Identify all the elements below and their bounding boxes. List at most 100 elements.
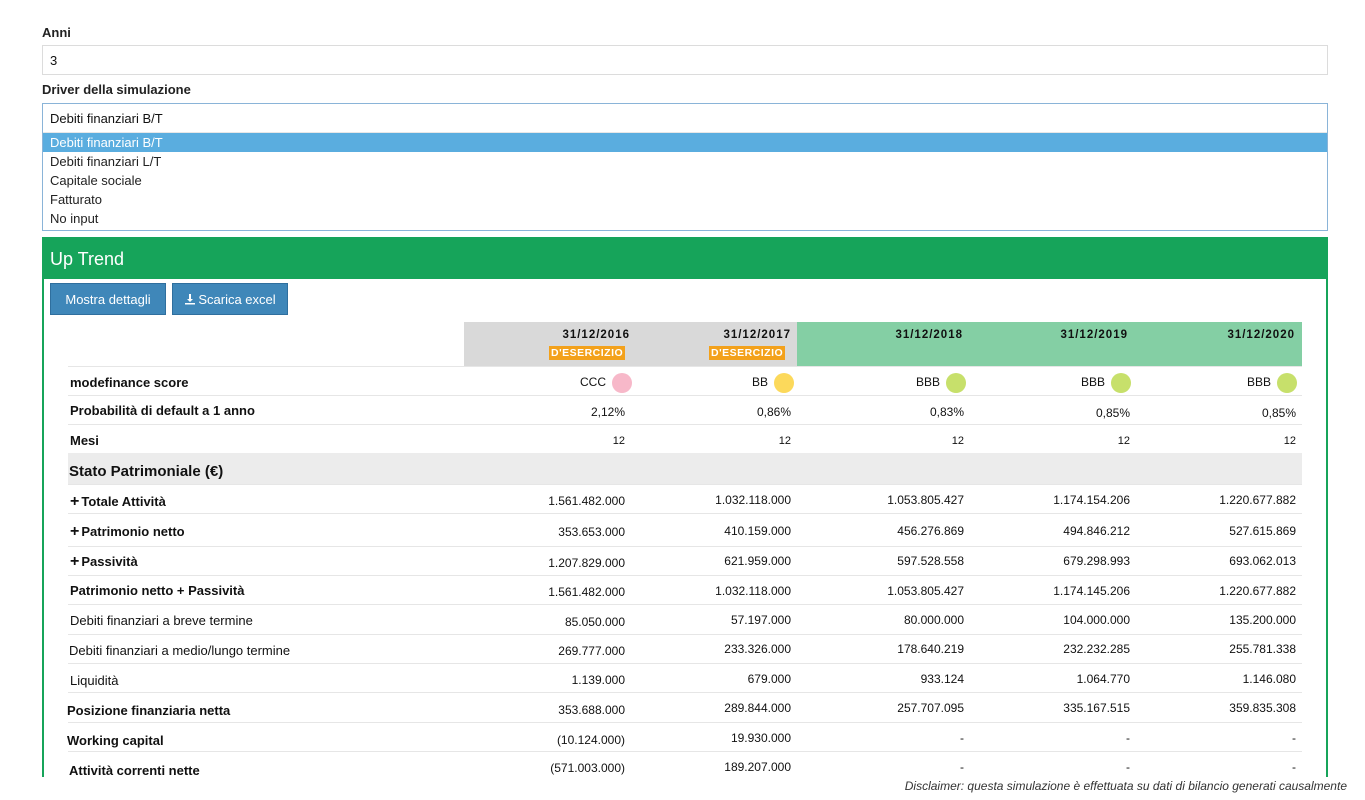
table-cell: 0,83% (929, 405, 964, 419)
score-cell: BBB (806, 373, 966, 393)
driver-option[interactable]: Capitale sociale (43, 171, 1327, 190)
table-cell: - (1126, 760, 1130, 774)
row-divider (68, 604, 1302, 605)
table-cell: 1.561.482.000 (548, 494, 625, 508)
table-cell: 19.930.000 (730, 731, 791, 745)
table-cell: 135.200.000 (1229, 613, 1296, 627)
table-cell: 353.688.000 (558, 703, 625, 717)
table-cell: 12 (951, 435, 964, 447)
score-cell: BB (634, 373, 794, 393)
driver-option[interactable]: Debiti finanziari L/T (43, 152, 1327, 171)
driver-label: Driver della simulazione (42, 82, 191, 97)
row-label-attivita-correnti: Attività correnti nette (69, 763, 200, 777)
table-cell: 1.174.154.206 (1053, 493, 1130, 507)
table-cell: 679.000 (747, 672, 791, 686)
table-cell: 359.835.308 (1229, 701, 1296, 715)
anni-label: Anni (42, 25, 71, 40)
table-cell: 233.326.000 (724, 642, 791, 656)
score-value: BBB (1246, 375, 1271, 390)
expand-plus-icon[interactable]: + (70, 523, 79, 540)
anni-input[interactable]: 3 (42, 45, 1328, 75)
scarica-excel-button[interactable]: Scarica excel (172, 283, 288, 315)
table-cell: 494.846.212 (1063, 524, 1130, 538)
esercizio-badge: D'ESERCIZIO (549, 346, 626, 360)
section-header-bg (68, 453, 1302, 484)
row-label-patrimonio-netto[interactable]: + Patrimonio netto (70, 523, 185, 541)
row-label-text: Patrimonio netto (81, 524, 185, 539)
table-cell: 0,85% (1095, 406, 1130, 420)
table-cell: 80.000.000 (903, 613, 964, 627)
esercizio-badge: D'ESERCIZIO (709, 346, 786, 360)
column-date: 31/12/2018 (895, 329, 963, 341)
table-cell: 289.844.000 (724, 701, 791, 715)
score-cell: BBB (1137, 373, 1297, 393)
table-cell: 0,86% (756, 405, 791, 419)
row-divider (68, 663, 1302, 664)
row-label-liquidita: Liquidità (70, 673, 119, 688)
driver-option[interactable]: Fatturato (43, 190, 1327, 209)
table-cell: 178.640.219 (897, 642, 964, 656)
score-value: BB (751, 375, 768, 390)
table-cell: 1.220.677.882 (1219, 584, 1296, 598)
row-label-debiti-breve: Debiti finanziari a breve termine (70, 613, 253, 628)
table-cell: - (1292, 731, 1296, 745)
table-cell: 679.298.993 (1063, 554, 1130, 568)
table-cell: 269.777.000 (558, 644, 625, 658)
score-dot-icon (1277, 373, 1297, 393)
row-label-text: Totale Attività (81, 494, 166, 509)
disclaimer-text: Disclaimer: questa simulazione è effettu… (904, 779, 1347, 793)
score-dot-icon (774, 373, 794, 393)
table-cell: 57.197.000 (730, 613, 791, 627)
table-cell: 1.207.829.000 (548, 556, 625, 570)
driver-select[interactable]: Debiti finanziari B/T Debiti finanziari … (42, 103, 1328, 231)
table-cell: 232.232.285 (1063, 642, 1130, 656)
table-cell: 1.053.805.427 (887, 584, 964, 598)
score-dot-icon (946, 373, 966, 393)
table-cell: - (960, 731, 964, 745)
row-divider (68, 546, 1302, 547)
table-cell: 0,85% (1261, 406, 1296, 420)
row-divider (68, 513, 1302, 514)
table-cell: (10.124.000) (556, 733, 625, 747)
expand-plus-icon[interactable]: + (70, 553, 79, 570)
row-label-passivita[interactable]: + Passività (70, 553, 138, 571)
driver-select-current[interactable]: Debiti finanziari B/T (43, 104, 1327, 133)
row-divider (68, 484, 1302, 485)
row-label-pd: Probabilità di default a 1 anno (70, 403, 255, 418)
download-icon (185, 294, 196, 305)
score-cell: BBB (971, 373, 1131, 393)
table-cell: 12 (612, 435, 625, 447)
score-value: BBB (1080, 375, 1105, 390)
score-cell: CCC (472, 373, 632, 393)
score-dot-icon (1111, 373, 1131, 393)
column-date: 31/12/2019 (1060, 329, 1128, 341)
driver-option[interactable]: Debiti finanziari B/T (43, 133, 1327, 152)
mostra-dettagli-button[interactable]: Mostra dettagli (50, 283, 166, 315)
row-divider (68, 692, 1302, 693)
table-cell: 1.139.000 (571, 673, 625, 687)
panel-title: Up Trend (44, 239, 1326, 279)
row-divider (68, 634, 1302, 635)
table-cell: 104.000.000 (1063, 613, 1130, 627)
table-cell: 189.207.000 (724, 760, 791, 774)
table-cell: 353.653.000 (558, 525, 625, 539)
table-cell: 12 (778, 435, 791, 447)
driver-option[interactable]: No input (43, 209, 1327, 228)
table-cell: 1.064.770 (1076, 672, 1130, 686)
row-divider (68, 722, 1302, 723)
table-cell: 335.167.515 (1063, 701, 1130, 715)
row-divider (68, 751, 1302, 752)
row-label-totale-attivita[interactable]: + Totale Attività (70, 493, 166, 511)
row-label-working-capital: Working capital (67, 733, 164, 748)
column-date: 31/12/2020 (1227, 329, 1295, 341)
table-cell: - (1126, 731, 1130, 745)
scarica-excel-label: Scarica excel (198, 291, 276, 307)
table-cell: - (1292, 760, 1296, 774)
table-cell: 85.050.000 (564, 615, 625, 629)
table-cell: - (960, 760, 964, 774)
expand-plus-icon[interactable]: + (70, 493, 79, 510)
table-cell: 1.561.482.000 (548, 585, 625, 599)
section-title: Stato Patrimoniale (€) (69, 463, 224, 480)
table-cell: 933.124 (920, 672, 964, 686)
table-cell: 527.615.869 (1229, 524, 1296, 538)
